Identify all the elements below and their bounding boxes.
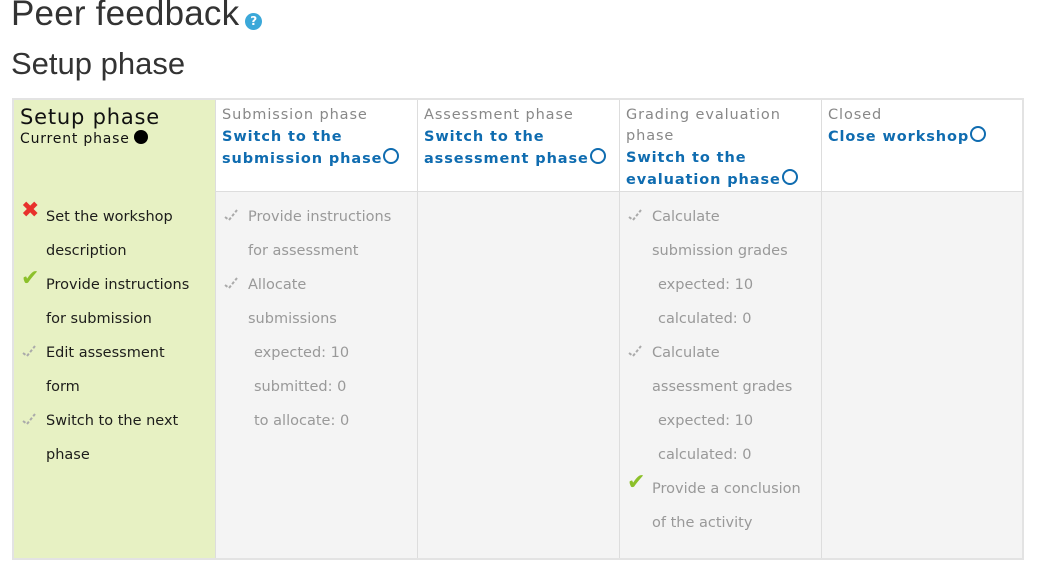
phase-name: Submission phase xyxy=(222,107,368,123)
todo-glyph xyxy=(628,339,646,358)
task-detail: calculated: 0 xyxy=(658,447,752,463)
circle-outline-icon[interactable] xyxy=(781,169,798,185)
todo-check-icon xyxy=(224,268,248,336)
task-item: Allocate submissions xyxy=(224,268,411,336)
task-detail: submitted: 0 xyxy=(254,379,347,395)
task-label: Allocate submissions xyxy=(248,277,337,327)
circle-outline-icon[interactable] xyxy=(589,148,606,164)
task-detail: expected: 10 xyxy=(658,413,754,429)
task-item: Switch to the next phase xyxy=(22,404,209,472)
task-list: Provide instructions for assessment Alloc… xyxy=(216,192,417,438)
task-detail: expected: 10 xyxy=(254,345,350,361)
switch-phase-text[interactable]: Switch to the evaluation phase xyxy=(626,150,781,188)
todo-glyph xyxy=(628,203,646,222)
task-label: Set the workshop description xyxy=(46,209,173,259)
switch-phase-link[interactable]: Switch to the assessment phase xyxy=(424,129,606,167)
phase-name: Setup phase xyxy=(20,105,160,129)
phase-column-submission-phase: Submission phase Switch to the submission… xyxy=(216,100,418,558)
task-list: ✖ Set the workshop description ✔ Provide in… xyxy=(14,192,215,472)
switch-phase-link[interactable]: Switch to the submission phase xyxy=(222,129,400,167)
task-detail: to allocate: 0 xyxy=(254,413,350,429)
task-item: Calculate submission grades xyxy=(628,200,815,268)
current-phase-label: Current phase xyxy=(20,129,209,149)
phase-name: Closed xyxy=(828,107,883,123)
phase-header: Submission phase Switch to the submission… xyxy=(216,100,417,192)
workshop-phase-board: Setup phase Current phase ✖ Set the worksho… xyxy=(12,98,1024,560)
switch-phase-text[interactable]: Switch to the submission phase xyxy=(222,129,382,167)
switch-phase-text[interactable]: Close workshop xyxy=(828,129,969,145)
todo-check-icon xyxy=(22,404,46,472)
phase-header: Assessment phase Switch to the assessment… xyxy=(418,100,619,192)
todo-check-icon xyxy=(628,200,652,268)
question-circle-icon[interactable]: ? xyxy=(245,13,263,30)
task-item: Calculate assessment grades xyxy=(628,336,815,404)
switch-phase-link[interactable]: Switch to the evaluation phase xyxy=(626,150,798,188)
task-detail: expected: 10 xyxy=(658,277,754,293)
check-glyph: ✔ xyxy=(627,470,646,495)
check-icon: ✔ xyxy=(627,470,652,540)
task-list xyxy=(822,192,1022,200)
todo-check-icon xyxy=(224,200,248,268)
task-item: ✔ Provide a conclusion of the activity xyxy=(627,470,815,540)
phase-header: Setup phase Current phase xyxy=(14,100,215,192)
phase-column-closed: Closed Close workshop xyxy=(822,100,1022,558)
current-phase-dot-icon xyxy=(133,130,148,144)
phase-header: Grading evaluation phase Switch to the ev… xyxy=(620,100,821,192)
task-detail: calculated: 0 xyxy=(658,311,752,327)
switch-phase-link[interactable]: Close workshop xyxy=(828,126,987,145)
task-item: Edit assessment form xyxy=(22,336,209,404)
switch-phase-text[interactable]: Switch to the assessment phase xyxy=(424,129,589,167)
check-icon: ✔ xyxy=(21,266,46,336)
todo-glyph xyxy=(22,407,40,426)
circle-outline-icon[interactable] xyxy=(383,148,400,164)
task-label: Calculate submission grades xyxy=(652,209,788,259)
task-item: Provide instructions for assessment xyxy=(224,200,411,268)
todo-glyph xyxy=(224,203,242,222)
task-list xyxy=(418,192,619,200)
task-item: ✖ Set the workshop description xyxy=(21,198,209,268)
cross-glyph: ✖ xyxy=(21,198,40,223)
circle-outline-icon[interactable] xyxy=(970,126,987,142)
task-list: Calculate submission grades expected: 10 c… xyxy=(620,192,821,540)
current-phase-heading: Setup phase xyxy=(11,46,186,81)
phase-column-setup-phase: Setup phase Current phase ✖ Set the worksho… xyxy=(14,100,216,558)
check-glyph: ✔ xyxy=(21,266,40,291)
todo-glyph xyxy=(22,339,40,358)
task-item: ✔ Provide instructions for submission xyxy=(21,266,209,336)
task-label: Provide instructions for assessment xyxy=(248,209,392,259)
task-label: Provide a conclusion of the activity xyxy=(652,481,801,531)
task-label: Switch to the next phase xyxy=(46,413,179,463)
page-title: Peer feedback? xyxy=(11,0,263,34)
todo-check-icon xyxy=(628,336,652,404)
page-title-text: Peer feedback xyxy=(11,0,240,33)
phase-name: Grading evaluation phase xyxy=(626,107,781,144)
task-label: Calculate assessment grades xyxy=(652,345,793,395)
todo-glyph xyxy=(224,271,242,290)
current-phase-text: Current phase xyxy=(20,131,130,147)
task-label: Provide instructions for submission xyxy=(46,277,190,327)
phase-column-grading-evaluation-phase: Grading evaluation phase Switch to the ev… xyxy=(620,100,822,558)
cross-icon: ✖ xyxy=(21,198,46,268)
phase-header: Closed Close workshop xyxy=(822,100,1022,192)
phase-name: Assessment phase xyxy=(424,107,574,123)
todo-check-icon xyxy=(22,336,46,404)
phase-column-assessment-phase: Assessment phase Switch to the assessment… xyxy=(418,100,620,558)
task-label: Edit assessment form xyxy=(46,345,165,395)
